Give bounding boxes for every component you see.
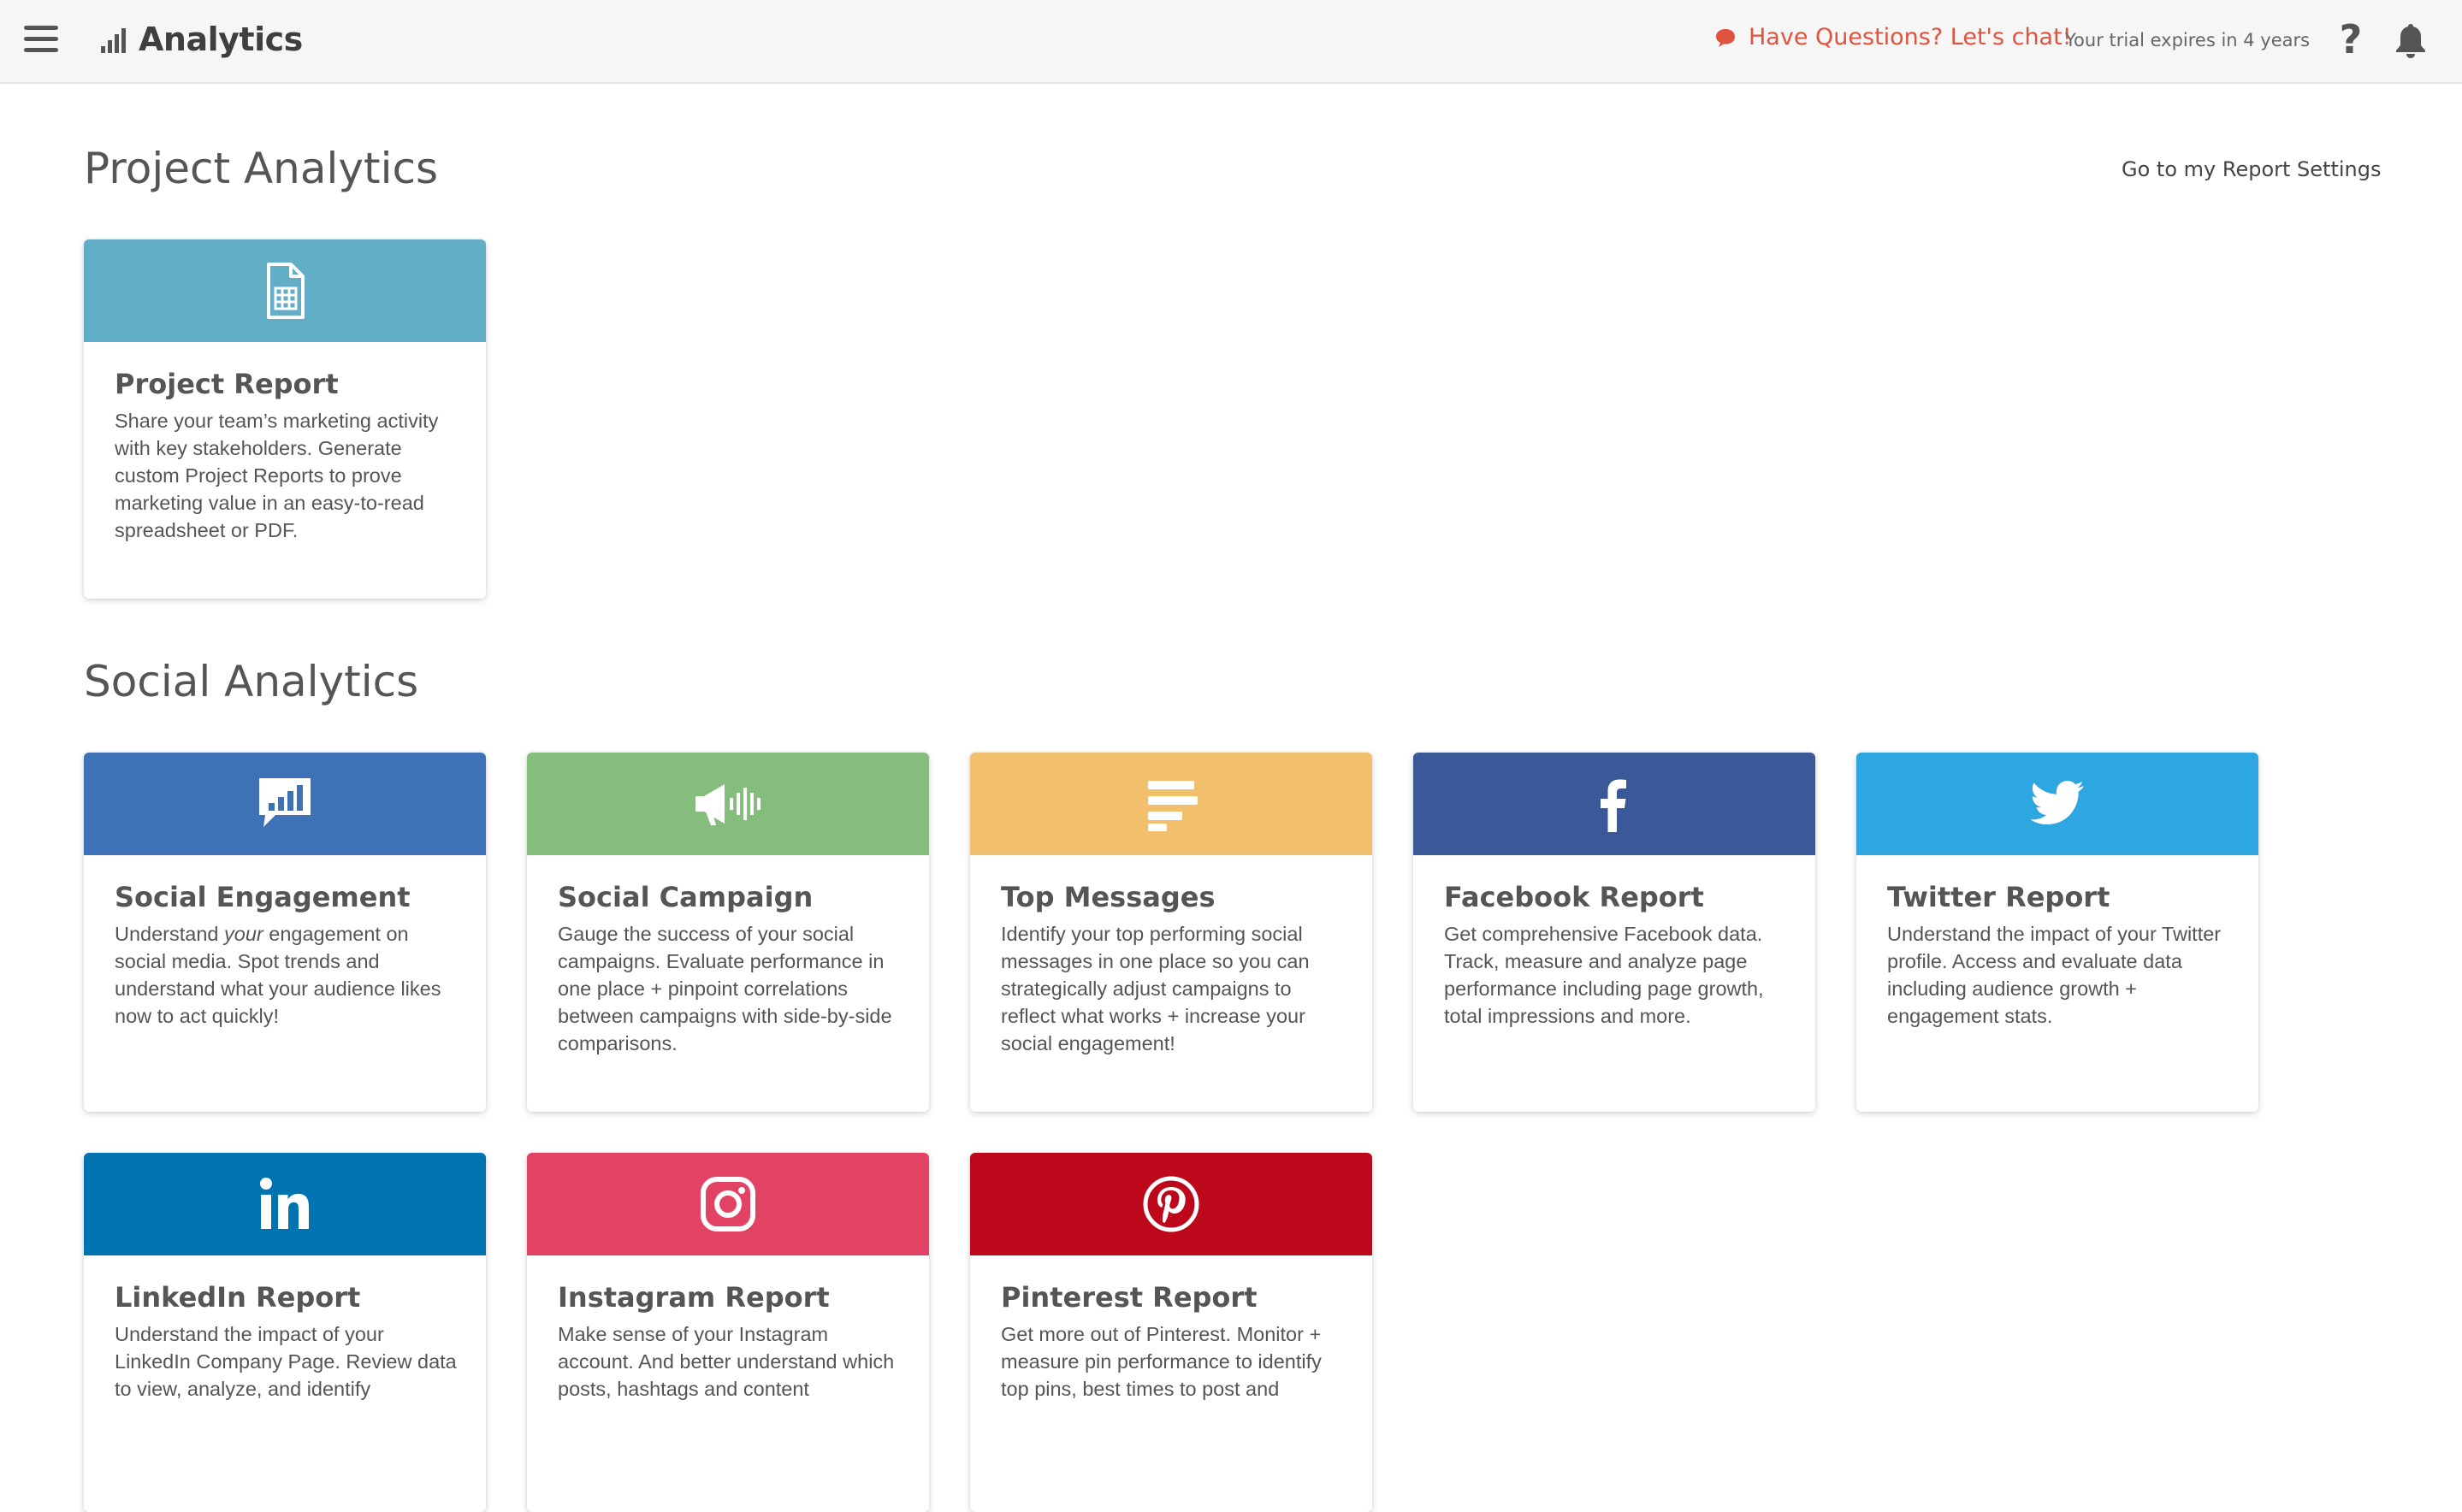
bar-chart-icon xyxy=(101,28,126,53)
facebook-report-card[interactable]: Facebook Report Get comprehensive Facebo… xyxy=(1413,753,1815,1112)
card-description: Get more out of Pinterest. Monitor + mea… xyxy=(1001,1323,1322,1400)
card-description: Understand your engagement on social med… xyxy=(115,923,441,1027)
card-title: Twitter Report xyxy=(1887,881,2110,913)
pinterest-icon xyxy=(1143,1176,1199,1232)
trial-status: Your trial expires in 4 years xyxy=(2065,30,2311,50)
social-campaign-card[interactable]: Social Campaign Gauge the success of you… xyxy=(527,753,929,1112)
twitter-report-header xyxy=(1856,753,2258,855)
card-description: Get comprehensive Facebook data. Track, … xyxy=(1444,923,1764,1027)
linkedin-report-card[interactable]: LinkedIn Report Understand the impact of… xyxy=(84,1153,486,1512)
pinterest-report-header xyxy=(970,1153,1372,1255)
help-icon[interactable]: ? xyxy=(2334,15,2368,63)
chat-link[interactable]: Have Questions? Let's chat! xyxy=(1714,24,2072,50)
card-title: Instagram Report xyxy=(558,1281,830,1314)
menu-icon[interactable] xyxy=(24,26,62,56)
instagram-report-card[interactable]: Instagram Report Make sense of your Inst… xyxy=(527,1153,929,1512)
social-analytics-title: Social Analytics xyxy=(84,657,419,706)
report-settings-link[interactable]: Go to my Report Settings xyxy=(2122,157,2381,181)
top-messages-header xyxy=(970,753,1372,855)
project-report-header xyxy=(84,239,486,342)
card-description: Understand the impact of your LinkedIn C… xyxy=(115,1323,457,1400)
notification-bell-icon[interactable] xyxy=(2392,21,2429,60)
megaphone-icon xyxy=(695,784,760,825)
card-title: Facebook Report xyxy=(1444,881,1704,913)
instagram-report-header xyxy=(527,1153,929,1255)
twitter-report-card[interactable]: Twitter Report Understand the impact of … xyxy=(1856,753,2258,1112)
social-campaign-header xyxy=(527,753,929,855)
card-title: Pinterest Report xyxy=(1001,1281,1258,1314)
top-messages-card[interactable]: Top Messages Identify your top performin… xyxy=(970,753,1372,1112)
card-title: Social Campaign xyxy=(558,881,814,913)
card-title: Top Messages xyxy=(1001,881,1216,913)
facebook-icon xyxy=(1601,779,1626,832)
twitter-icon xyxy=(2030,781,2084,824)
ranking-bars-icon xyxy=(1148,781,1198,831)
card-description: Understand the impact of your Twitter pr… xyxy=(1887,923,2222,1027)
pinterest-report-card[interactable]: Pinterest Report Get more out of Pintere… xyxy=(970,1153,1372,1512)
linkedin-report-header xyxy=(84,1153,486,1255)
card-title: LinkedIn Report xyxy=(115,1281,361,1314)
top-bar: Analytics Have Questions? Let's chat! Yo… xyxy=(0,0,2462,84)
linkedin-icon xyxy=(260,1178,309,1229)
card-description: Identify your top performing social mess… xyxy=(1001,923,1310,1054)
social-engagement-card[interactable]: Social Engagement Understand your engage… xyxy=(84,753,486,1112)
card-title: Social Engagement xyxy=(115,881,411,913)
speech-bubble-icon xyxy=(1716,28,1735,47)
chat-chart-icon xyxy=(259,778,311,827)
card-description: Gauge the success of your social campaig… xyxy=(558,923,892,1054)
chat-label: Have Questions? Let's chat! xyxy=(1749,24,2072,50)
instagram-icon xyxy=(701,1177,755,1231)
project-analytics-title: Project Analytics xyxy=(84,144,439,193)
app-title: Analytics xyxy=(139,21,303,58)
project-report-card[interactable]: Project Report Share your team’s marketi… xyxy=(84,239,486,599)
spreadsheet-icon xyxy=(267,263,305,319)
social-engagement-header xyxy=(84,753,486,855)
facebook-report-header xyxy=(1413,753,1815,855)
card-description: Make sense of your Instagram account. An… xyxy=(558,1323,895,1400)
card-description: Share your team’s marketing activity wit… xyxy=(115,410,439,541)
card-title: Project Report xyxy=(115,368,339,400)
